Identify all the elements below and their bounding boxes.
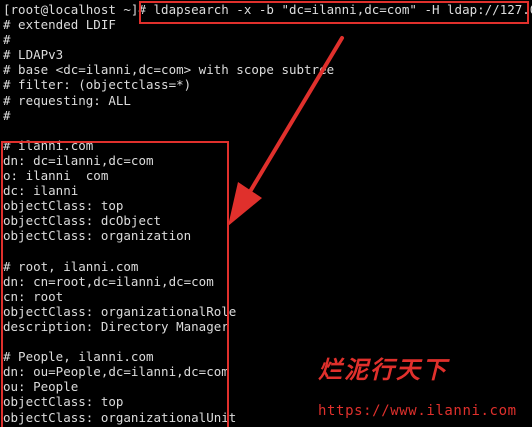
terminal-window[interactable]: [root@localhost ~]# ldapsearch -x -b "dc… xyxy=(0,0,532,427)
command-highlight-box xyxy=(139,1,529,24)
watermark-brand: 烂泥行天下 xyxy=(318,355,448,384)
results-highlight-box xyxy=(1,141,229,427)
watermark-url: https://www.ilanni.com xyxy=(318,403,517,419)
shell-prompt: [root@localhost ~]# xyxy=(3,2,154,17)
red-arrow-icon xyxy=(228,36,344,226)
